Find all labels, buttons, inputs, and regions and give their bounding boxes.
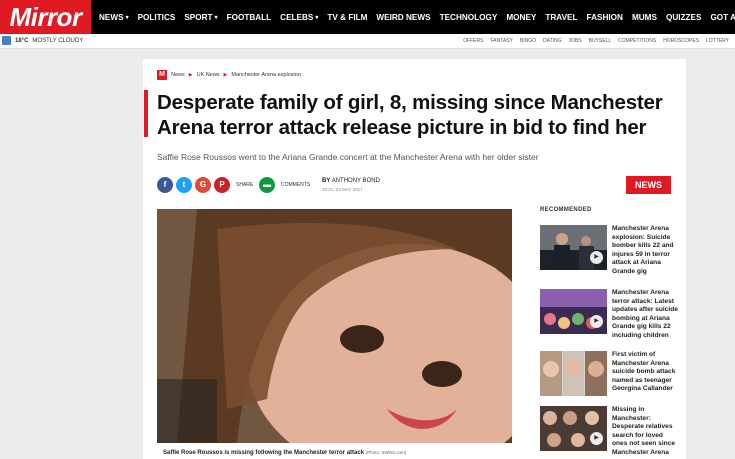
image-caption: Saffie Rose Roussos is missing following… bbox=[163, 450, 407, 456]
recommended-title: Manchester Arena terror attack: Latest u… bbox=[612, 289, 678, 339]
photo-credit: (Photo: SWNS.com) bbox=[365, 450, 407, 455]
nav-item-football[interactable]: FOOTBALL bbox=[227, 13, 272, 22]
nav-item-politics[interactable]: POLITICS bbox=[138, 13, 176, 22]
twitter-icon[interactable]: t bbox=[176, 177, 192, 193]
headline-accent-bar bbox=[144, 90, 148, 137]
link-dating[interactable]: DATING bbox=[543, 38, 562, 44]
recommended-thumbnail: ▶ bbox=[540, 406, 607, 451]
byline: BY ANTHONY BOND bbox=[322, 178, 380, 184]
link-fantasy[interactable]: FANTASY bbox=[490, 38, 512, 44]
nav-item-technology[interactable]: TECHNOLOGY bbox=[440, 13, 498, 22]
nav-item-celebs[interactable]: CELEBS ▾ bbox=[280, 13, 318, 22]
breadcrumb-topic[interactable]: Manchester Arena explosion bbox=[231, 72, 300, 78]
weather-widget[interactable]: 18°C MOSTLY CLOUDY bbox=[2, 36, 83, 45]
nav-item-tv-film[interactable]: TV & FILM bbox=[327, 13, 367, 22]
utility-links: OFFERS FANTASY BINGO DATING JOBS BUYSELL… bbox=[463, 38, 729, 44]
play-icon: ▶ bbox=[590, 432, 603, 445]
nav-item-news[interactable]: NEWS ▾ bbox=[99, 13, 129, 22]
section-tag[interactable]: NEWS bbox=[626, 176, 671, 194]
share-bar: f t G P SHARE bbox=[157, 177, 253, 193]
comment-icon: ▬ bbox=[259, 177, 275, 193]
facebook-icon[interactable]: f bbox=[157, 177, 173, 193]
nav-item-weird-news[interactable]: WEIRD NEWS bbox=[376, 13, 430, 22]
comments-label: COMMENTS bbox=[281, 182, 311, 188]
recommended-title: Manchester Arena explosion: Suicide bomb… bbox=[612, 225, 674, 275]
nav-item-quizzes[interactable]: QUIZZES bbox=[666, 13, 701, 22]
recommended-item[interactable]: ▶ Missing in Manchester: Desperate relat… bbox=[540, 406, 680, 456]
breadcrumb: M News ▶ UK News ▶ Manchester Arena expl… bbox=[157, 70, 301, 80]
weather-temp: 18°C bbox=[15, 37, 29, 44]
top-nav-bar: Mirror NEWS ▾ POLITICS SPORT ▾ FOOTBALL CE… bbox=[0, 0, 735, 34]
comments-link[interactable]: ▬ COMMENTS bbox=[259, 177, 310, 193]
recommended-heading: RECOMMENDED bbox=[540, 207, 592, 213]
play-icon: ▶ bbox=[590, 315, 603, 328]
girl-portrait-image bbox=[157, 209, 512, 443]
secondary-bar: 18°C MOSTLY CLOUDY OFFERS FANTASY BINGO … bbox=[0, 34, 735, 49]
article-standfirst: Saffie Rose Roussos went to the Ariana G… bbox=[157, 152, 539, 162]
nav-item-mums[interactable]: MUMS bbox=[632, 13, 657, 22]
mirror-logo[interactable]: Mirror bbox=[0, 0, 91, 34]
recommended-item[interactable]: ▶ Manchester Arena explosion: Suicide bo… bbox=[540, 225, 680, 275]
nav-item-got-a-story[interactable]: GOT A STORY? bbox=[710, 13, 735, 22]
nav-item-money[interactable]: MONEY bbox=[506, 13, 536, 22]
recommended-item[interactable]: ▶ Manchester Arena terror attack: Latest… bbox=[540, 289, 680, 339]
recommended-thumbnail: ▶ bbox=[540, 225, 607, 270]
weather-icon bbox=[2, 36, 11, 45]
breadcrumb-news[interactable]: News bbox=[171, 72, 185, 78]
link-bingo[interactable]: BINGO bbox=[520, 38, 536, 44]
article-card: M News ▶ UK News ▶ Manchester Arena expl… bbox=[143, 59, 686, 459]
link-buysell[interactable]: BUYSELL bbox=[589, 38, 612, 44]
pinterest-icon[interactable]: P bbox=[214, 177, 230, 193]
google-plus-icon[interactable]: G bbox=[195, 177, 211, 193]
nav-item-travel[interactable]: TRAVEL bbox=[545, 13, 577, 22]
mirror-m-logo[interactable]: M bbox=[157, 70, 167, 80]
chevron-right-icon: ▶ bbox=[188, 72, 193, 78]
link-competitions[interactable]: COMPETITIONS bbox=[618, 38, 656, 44]
chevron-down-icon: ▾ bbox=[315, 14, 319, 21]
author-name[interactable]: ANTHONY BOND bbox=[332, 178, 380, 184]
link-offers[interactable]: OFFERS bbox=[463, 38, 483, 44]
recommended-title: Missing in Manchester: Desperate relativ… bbox=[612, 406, 676, 456]
recommended-thumbnail: ▶ bbox=[540, 289, 607, 334]
link-horoscopes[interactable]: HOROSCOPES bbox=[663, 38, 699, 44]
chevron-down-icon: ▾ bbox=[125, 14, 129, 21]
recommended-thumbnail bbox=[540, 351, 607, 396]
recommended-item[interactable]: First victim of Manchester Arena suicide… bbox=[540, 351, 680, 399]
publish-date: 10:21, 23 MAY 2017 bbox=[322, 187, 363, 192]
article-main-image[interactable] bbox=[157, 209, 512, 443]
weather-condition: MOSTLY CLOUDY bbox=[32, 37, 84, 44]
nav-item-fashion[interactable]: FASHION bbox=[587, 13, 623, 22]
victim-photos-image bbox=[540, 351, 607, 396]
link-jobs[interactable]: JOBS bbox=[569, 38, 582, 44]
breadcrumb-uk-news[interactable]: UK News bbox=[197, 72, 220, 78]
recommended-title: First victim of Manchester Arena suicide… bbox=[612, 351, 676, 393]
play-icon: ▶ bbox=[590, 251, 603, 264]
link-lottery[interactable]: LOTTERY bbox=[706, 38, 729, 44]
chevron-down-icon: ▾ bbox=[214, 14, 218, 21]
main-nav: NEWS ▾ POLITICS SPORT ▾ FOOTBALL CELEBS ▾ T… bbox=[99, 0, 735, 34]
nav-item-sport[interactable]: SPORT ▾ bbox=[184, 13, 217, 22]
article-headline: Desperate family of girl, 8, missing sin… bbox=[157, 91, 663, 139]
share-label[interactable]: SHARE bbox=[236, 182, 253, 188]
chevron-right-icon: ▶ bbox=[223, 72, 228, 78]
